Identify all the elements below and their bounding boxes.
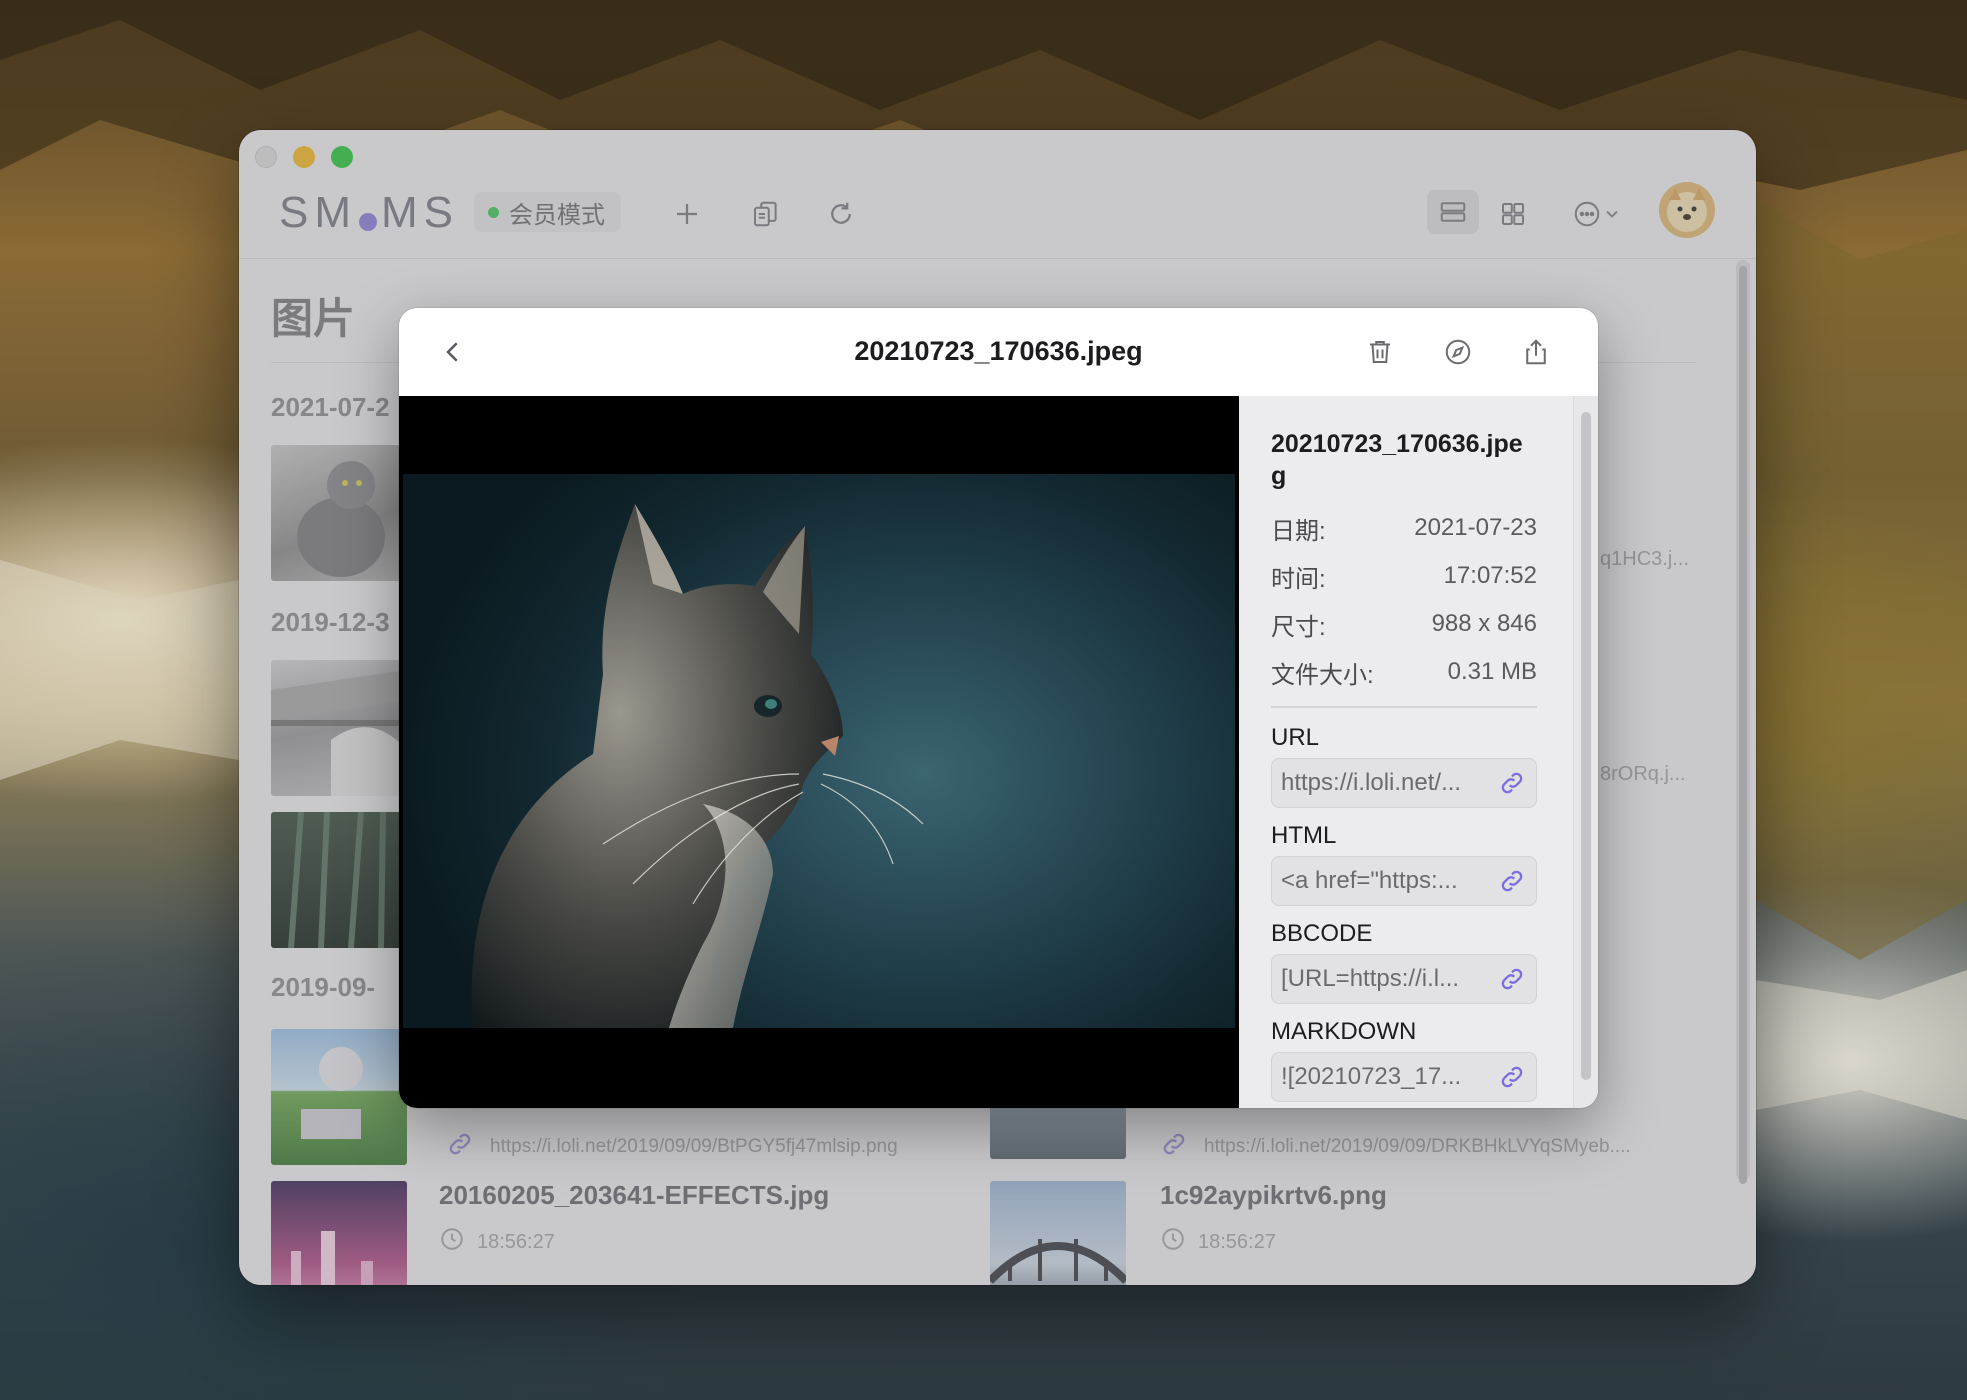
share-icon[interactable] bbox=[1516, 332, 1556, 372]
url-field[interactable]: https://i.loli.net/... bbox=[1271, 758, 1537, 808]
date-label: 日期: bbox=[1271, 517, 1326, 545]
image-detail-dialog: 20210723_170636.jpeg 20210723_170636.jpe… bbox=[399, 308, 1598, 1108]
date-value: 2021-07-23 bbox=[1414, 514, 1537, 541]
dialog-title: 20210723_170636.jpeg bbox=[854, 336, 1143, 366]
markdown-field[interactable]: ![20210723_17... bbox=[1271, 1052, 1537, 1102]
copy-link-icon[interactable] bbox=[1496, 865, 1528, 897]
info-size-row: 尺寸: 988 x 846 bbox=[1271, 600, 1537, 648]
image-viewer[interactable] bbox=[399, 396, 1239, 1108]
compass-icon[interactable] bbox=[1438, 332, 1478, 372]
bbcode-field[interactable]: [URL=https://i.l... bbox=[1271, 954, 1537, 1004]
dialog-header: 20210723_170636.jpeg bbox=[399, 308, 1598, 396]
html-value[interactable]: <a href="https:... bbox=[1281, 867, 1458, 895]
bbcode-value[interactable]: [URL=https://i.l... bbox=[1281, 965, 1459, 993]
image-info-panel: 20210723_170636.jpeg 日期: 2021-07-23 时间: 17… bbox=[1239, 396, 1573, 1108]
markdown-value[interactable]: ![20210723_17... bbox=[1281, 1063, 1461, 1091]
html-label: HTML bbox=[1271, 822, 1337, 849]
filesize-value: 0.31 MB bbox=[1447, 658, 1537, 685]
info-divider bbox=[1271, 706, 1537, 708]
delete-button[interactable] bbox=[1360, 332, 1400, 372]
info-date-row: 日期: 2021-07-23 bbox=[1271, 504, 1537, 552]
filesize-label: 文件大小: bbox=[1271, 661, 1374, 689]
url-label: URL bbox=[1271, 724, 1320, 751]
markdown-label: MARKDOWN bbox=[1271, 1018, 1417, 1045]
time-label: 时间: bbox=[1271, 565, 1326, 593]
size-label: 尺寸: bbox=[1271, 613, 1326, 641]
cat-photo bbox=[403, 474, 1235, 1028]
copy-link-icon[interactable] bbox=[1496, 963, 1528, 995]
info-filesize-row: 文件大小: 0.31 MB bbox=[1271, 648, 1537, 696]
time-value: 17:07:52 bbox=[1443, 562, 1537, 589]
bbcode-label: BBCODE bbox=[1271, 920, 1373, 947]
url-value[interactable]: https://i.loli.net/... bbox=[1281, 769, 1461, 797]
html-field[interactable]: <a href="https:... bbox=[1271, 856, 1537, 906]
copy-link-icon[interactable] bbox=[1496, 767, 1528, 799]
info-filename: 20210723_170636.jpeg bbox=[1271, 430, 1523, 490]
copy-link-icon[interactable] bbox=[1496, 1061, 1528, 1093]
info-panel-scrollbar[interactable] bbox=[1573, 396, 1598, 1108]
info-time-row: 时间: 17:07:52 bbox=[1271, 552, 1537, 600]
size-value: 988 x 846 bbox=[1431, 610, 1537, 637]
